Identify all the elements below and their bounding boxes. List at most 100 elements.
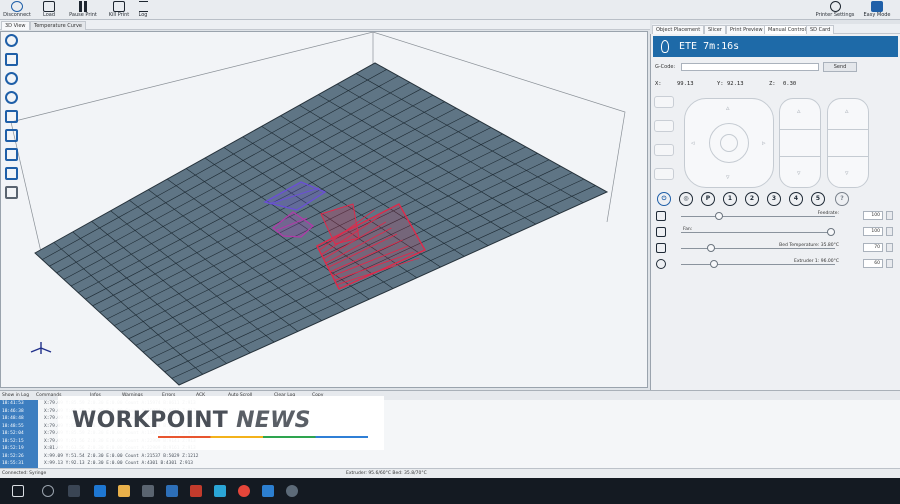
power-icon[interactable]: ⏻ — [657, 192, 671, 206]
eta-banner: ETE 7m:16s — [653, 36, 898, 57]
extruder-temp-track[interactable] — [681, 264, 835, 265]
preset-3-button[interactable]: 3 — [767, 192, 781, 206]
mail-icon[interactable] — [166, 485, 178, 497]
gcode-input[interactable] — [681, 63, 819, 71]
bed-temp-track[interactable] — [681, 248, 835, 249]
photos-icon[interactable] — [214, 485, 226, 497]
home-x-button[interactable] — [654, 120, 674, 132]
os-taskbar — [0, 478, 900, 504]
bed-temp-value[interactable]: 70 — [863, 243, 883, 252]
taskbar-app-icon[interactable] — [286, 485, 298, 497]
pause-print-label: Pause Print — [69, 12, 97, 18]
jog-up-icon[interactable]: ▵ — [726, 104, 730, 112]
log-button[interactable]: Log — [134, 0, 152, 20]
fan-value[interactable]: 100 — [863, 227, 883, 236]
fan-spinner[interactable] — [886, 227, 893, 236]
reset-view-icon[interactable] — [5, 91, 18, 104]
tab-3d-view[interactable]: 3D View — [1, 21, 30, 30]
feedrate-slider-row: Feedrate: 100 — [655, 211, 897, 223]
target-icon[interactable]: ◎ — [679, 192, 693, 206]
feedrate-value[interactable]: 100 — [863, 211, 883, 220]
disconnect-button[interactable]: Disconnect — [2, 0, 32, 20]
kill-print-label: Kill Print — [108, 12, 130, 18]
z-jog-pad[interactable]: ▵ ▿ — [779, 98, 821, 188]
stop-icon — [113, 1, 125, 12]
feedrate-knob[interactable] — [714, 212, 723, 220]
repetier-host-icon[interactable] — [262, 485, 274, 497]
home-y-button[interactable] — [654, 144, 674, 156]
search-icon[interactable] — [42, 485, 54, 497]
extrude-icon[interactable]: ▿ — [845, 169, 849, 177]
easy-mode-button[interactable]: Easy Mode — [858, 0, 896, 20]
kill-print-button[interactable]: Kill Print — [106, 0, 132, 20]
extruder-temp-knob[interactable] — [710, 260, 718, 268]
coordinates-readout: X: 99.13 Y: 92.13 Z: 0.30 — [655, 81, 895, 89]
preset-2-button[interactable]: 2 — [745, 192, 759, 206]
windows-start-icon[interactable] — [12, 485, 24, 497]
manual-control-panel: ETE 7m:16s G-Code: Send X: 99.13 Y: 92.1… — [650, 34, 900, 390]
watermark-brand: WORKPOINT — [72, 408, 229, 433]
extruder-jog-divider — [828, 129, 868, 157]
top-view-icon[interactable] — [5, 110, 18, 123]
pause-print-button[interactable]: Pause Print — [66, 0, 100, 20]
jog-down-icon[interactable]: ▿ — [726, 173, 730, 181]
feedrate-spinner[interactable] — [886, 211, 893, 220]
fan-track[interactable] — [681, 232, 835, 233]
send-button[interactable]: Send — [823, 62, 857, 72]
extruder-jog-pad[interactable]: ▵ ▿ — [827, 98, 869, 188]
move-icon[interactable] — [5, 53, 18, 66]
extruder-temp-spinner[interactable] — [886, 259, 893, 268]
tab-temperature-curve[interactable]: Temperature Curve — [30, 21, 87, 30]
app-icon[interactable] — [190, 485, 202, 497]
flame-icon — [661, 40, 669, 53]
store-icon[interactable] — [142, 485, 154, 497]
bed-temp-spinner[interactable] — [886, 243, 893, 252]
extruder-icon[interactable] — [656, 259, 666, 269]
task-view-icon[interactable] — [68, 485, 80, 497]
xy-jog-pad[interactable]: ▵ ▿ ◃ ▹ — [684, 98, 774, 188]
jog-left-icon[interactable]: ◃ — [691, 139, 695, 147]
extruder-temp-value[interactable]: 60 — [863, 259, 883, 268]
zoom-icon[interactable] — [5, 72, 18, 85]
edge-icon[interactable] — [94, 485, 106, 497]
preset-1-button[interactable]: 1 — [723, 192, 737, 206]
y-value: 92.13 — [727, 81, 744, 87]
bed-temp-knob[interactable] — [707, 244, 715, 252]
extrude-retract-icon[interactable]: ▵ — [845, 107, 849, 115]
bed-heater-icon[interactable] — [656, 243, 666, 253]
load-button[interactable]: Load — [38, 0, 60, 20]
z-up-icon[interactable]: ▵ — [797, 107, 801, 115]
iso-view-icon[interactable] — [5, 167, 18, 180]
chrome-icon[interactable] — [238, 485, 250, 497]
printer-settings-button[interactable]: Printer Settings — [814, 0, 856, 20]
jog-right-icon[interactable]: ▹ — [762, 139, 766, 147]
home-all-button[interactable] — [654, 96, 674, 108]
preset-4-button[interactable]: 4 — [789, 192, 803, 206]
front-view-icon[interactable] — [5, 129, 18, 142]
help-button[interactable]: ? — [835, 192, 849, 206]
tab-slicer[interactable]: Slicer — [704, 25, 726, 34]
trash-icon[interactable] — [5, 186, 18, 199]
fan-knob[interactable] — [827, 228, 835, 236]
rotate-icon[interactable] — [5, 34, 18, 47]
z-down-icon[interactable]: ▿ — [797, 169, 801, 177]
side-view-icon[interactable] — [5, 148, 18, 161]
app-window: Disconnect Load Pause Print Kill Print L… — [0, 0, 900, 504]
tab-print-preview[interactable]: Print Preview — [726, 25, 767, 34]
feedrate-track[interactable] — [681, 216, 835, 217]
xy-jog-center[interactable] — [720, 134, 738, 152]
tab-sd-card[interactable]: SD Card — [806, 25, 835, 34]
panel-tabs: Object Placement Slicer Print Preview Ma… — [652, 24, 900, 34]
feedrate-label: Feedrate: — [817, 211, 839, 216]
3d-viewport[interactable] — [0, 31, 648, 388]
home-z-button[interactable] — [654, 168, 674, 180]
log-label: Log — [138, 12, 148, 18]
fan-icon[interactable] — [656, 227, 666, 237]
preset-p-button[interactable]: P — [701, 192, 715, 206]
tab-object-placement[interactable]: Object Placement — [652, 25, 705, 34]
preset-5-button[interactable]: 5 — [811, 192, 825, 206]
tab-manual-control[interactable]: Manual Control — [764, 25, 810, 34]
file-explorer-icon[interactable] — [118, 485, 130, 497]
extruder-temp-slider-row: Extruder 1: 96.00°C 60 — [655, 259, 897, 271]
preset-buttons: ⏻ ◎ P 1 2 3 4 5 ? — [655, 192, 895, 208]
